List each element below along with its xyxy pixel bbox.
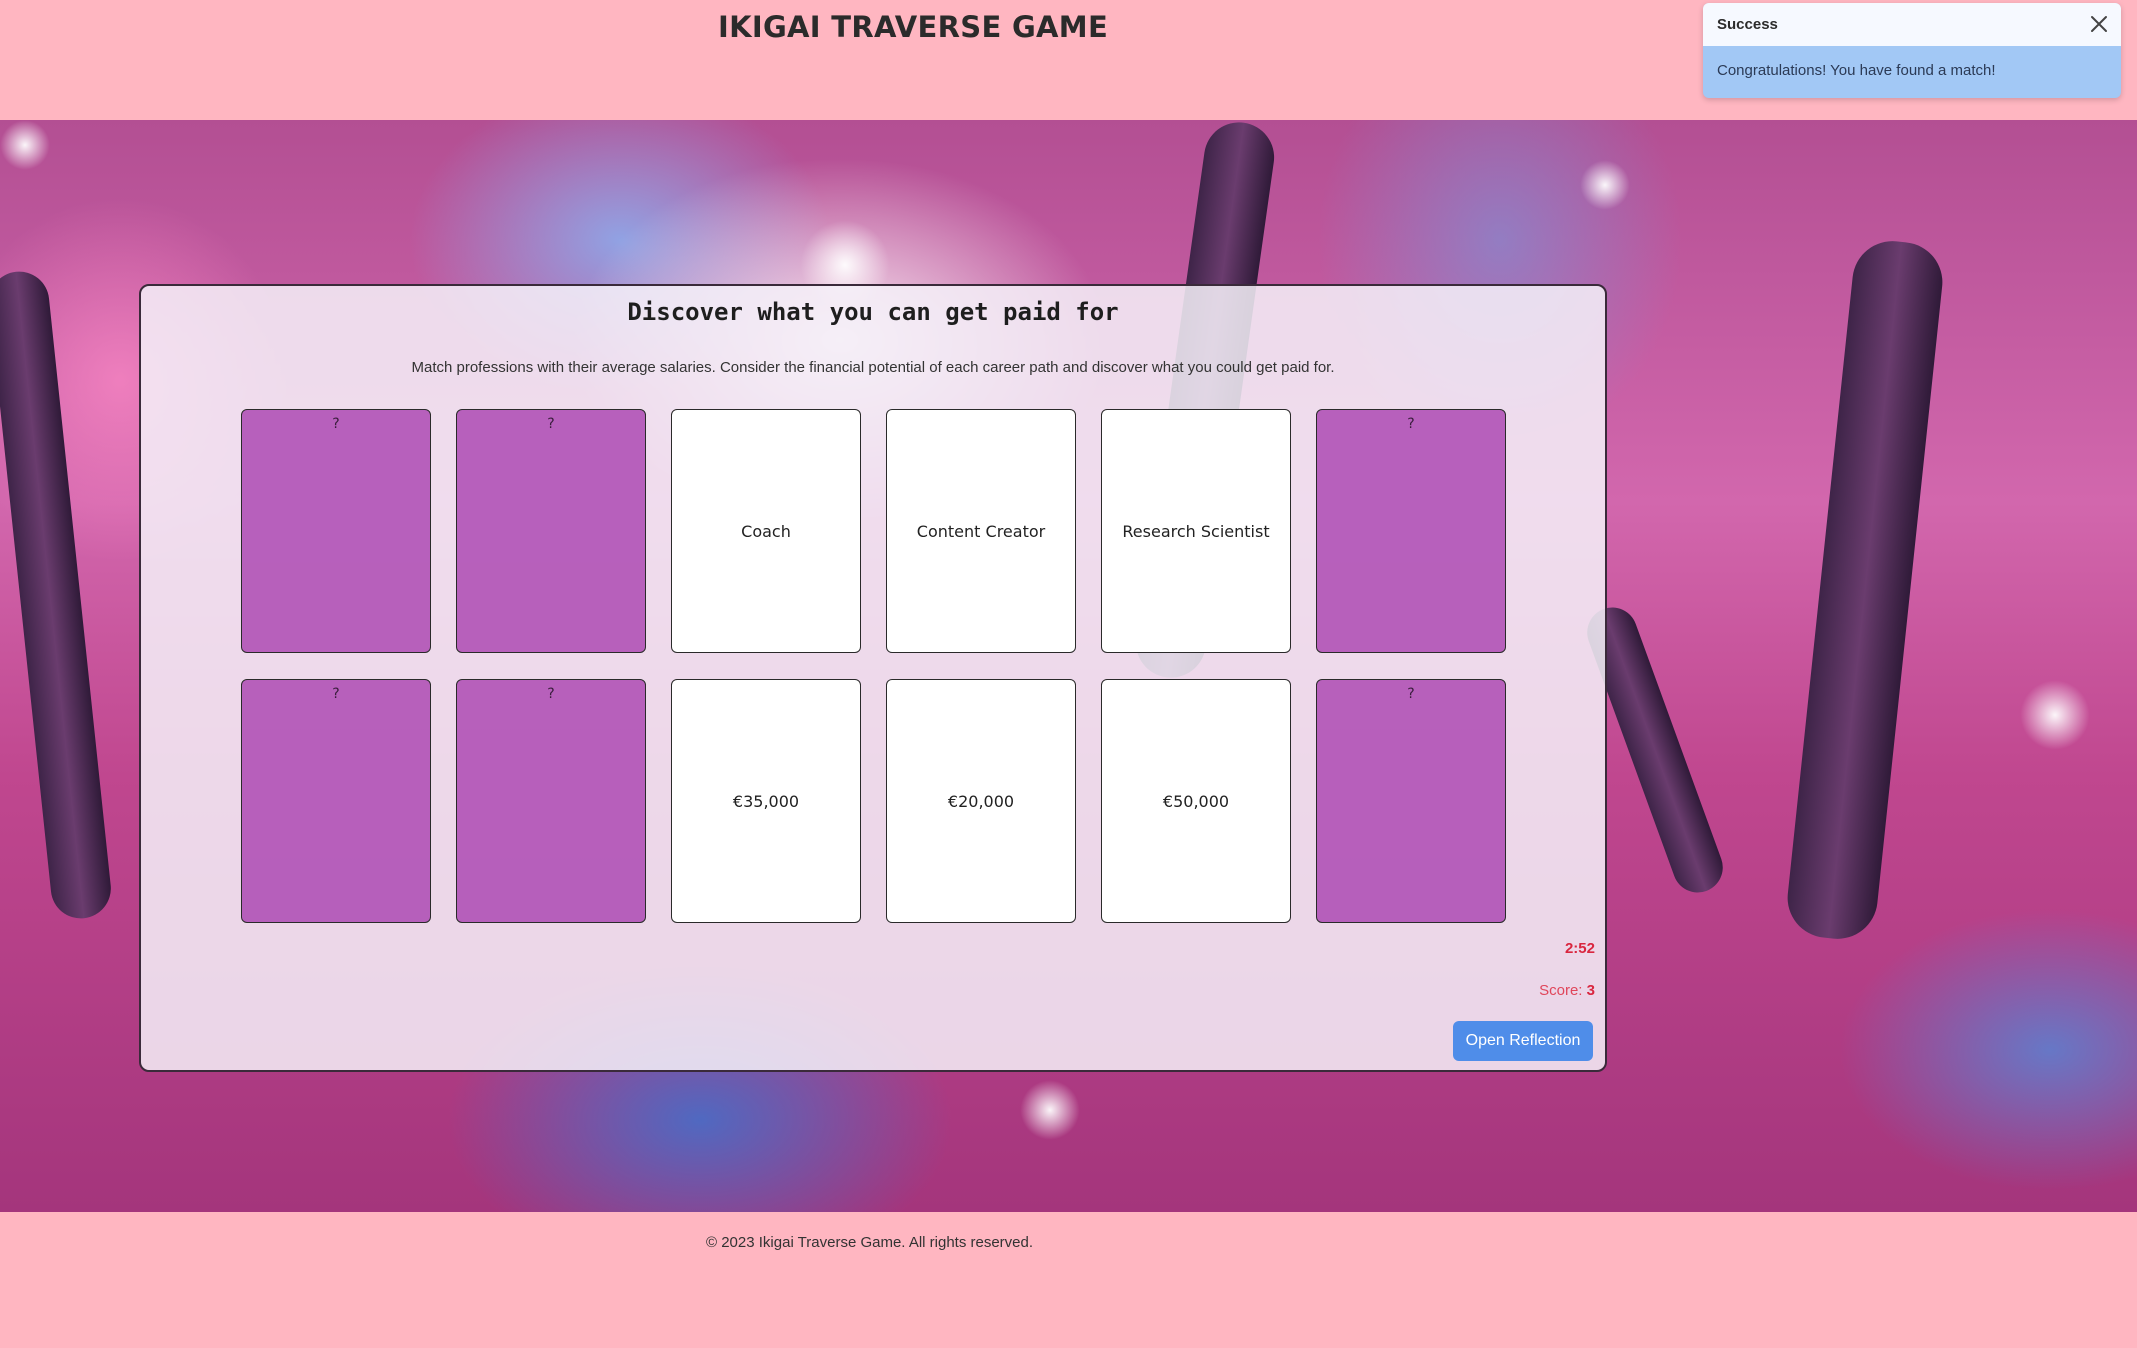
card-label: Content Creator [916,521,1046,541]
card-label: €35,000 [732,791,800,811]
memory-card[interactable]: ? [241,679,431,923]
tree-trunk [1783,237,1947,943]
countdown-timer: 2:52 [1564,940,1595,957]
game-panel: Discover what you can get paid for Match… [139,284,1607,1072]
toast-header: Success [1703,3,2121,46]
score-label: Score: [1539,982,1583,999]
tree-trunk [0,268,114,922]
panel-title: Discover what you can get paid for [627,298,1119,326]
memory-card[interactable]: €35,000 [671,679,861,923]
score-display: Score: 3 [1539,982,1595,999]
memory-card[interactable]: ? [456,679,646,923]
memory-card[interactable]: ? [241,409,431,653]
light-glow [1020,1080,1080,1140]
light-glow [0,120,50,170]
card-label: €20,000 [947,791,1015,811]
memory-card[interactable]: €20,000 [886,679,1076,923]
memory-card[interactable]: Content Creator [886,409,1076,653]
card-label: Coach [741,521,791,541]
memory-card[interactable]: Research Scientist [1101,409,1291,653]
app-title: IKIGAI TRAVERSE GAME [718,10,1109,44]
card-label: ? [1407,416,1415,432]
open-reflection-button[interactable]: Open Reflection [1453,1021,1593,1061]
memory-card[interactable]: €50,000 [1101,679,1291,923]
score-value: 3 [1586,982,1595,999]
card-label: ? [547,686,555,702]
memory-card[interactable]: ? [456,409,646,653]
panel-description: Match professions with their average sal… [411,359,1335,376]
card-label: ? [332,416,340,432]
toast-message: Congratulations! You have found a match! [1717,62,1996,79]
light-glow [2020,680,2090,750]
card-label: ? [332,686,340,702]
footer-copyright: © 2023 Ikigai Traverse Game. All rights … [706,1234,1034,1251]
card-label: ? [547,416,555,432]
footer: © 2023 Ikigai Traverse Game. All rights … [0,1212,2137,1348]
card-label: €50,000 [1162,791,1230,811]
light-glow [1580,160,1630,210]
memory-card[interactable]: ? [1316,679,1506,923]
card-label: ? [1407,686,1415,702]
close-icon[interactable] [2087,12,2111,36]
toast-title: Success [1717,16,1778,33]
card-label: Research Scientist [1122,521,1270,541]
success-toast: Success Congratulations! You have found … [1703,3,2121,98]
memory-card[interactable]: Coach [671,409,861,653]
memory-card[interactable]: ? [1316,409,1506,653]
